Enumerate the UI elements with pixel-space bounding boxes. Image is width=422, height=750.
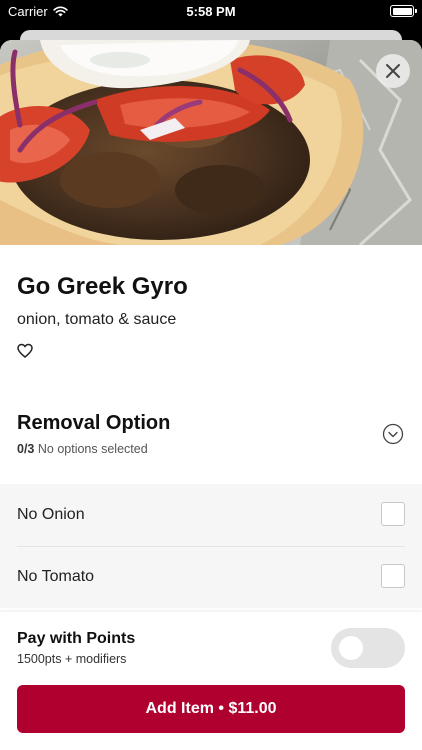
toggle-knob xyxy=(339,636,363,660)
pay-with-points-toggle[interactable] xyxy=(331,628,405,668)
item-photo xyxy=(0,40,422,245)
add-item-button[interactable]: Add Item • $11.00 xyxy=(17,685,405,733)
option-label: No Onion xyxy=(17,506,85,523)
status-bar: Carrier 5:58 PM xyxy=(0,0,422,24)
checkbox-icon[interactable] xyxy=(381,564,405,588)
gyro-photo-illustration xyxy=(0,40,422,245)
removal-option-header[interactable] xyxy=(0,355,422,411)
pay-with-points-title: Pay with Points xyxy=(17,630,136,647)
close-icon xyxy=(386,64,400,78)
pay-with-points-subtitle: 1500pts + modifiers xyxy=(17,652,127,666)
option-row-no-tomato[interactable]: No Tomato xyxy=(0,546,422,608)
close-button[interactable] xyxy=(376,54,410,88)
item-title: Go Greek Gyro xyxy=(17,273,188,300)
checkbox-icon[interactable] xyxy=(381,502,405,526)
removal-option-heading: Removal Option 0/3 No options selected xyxy=(17,412,170,456)
removal-option-title: Removal Option xyxy=(17,412,171,434)
option-label: No Tomato xyxy=(17,568,95,585)
chevron-down-icon[interactable] xyxy=(382,423,404,445)
order-footer: Pay with Points 1500pts + modifiers Add … xyxy=(0,612,422,750)
option-row-no-onion[interactable]: No Onion xyxy=(0,484,422,546)
removal-option-count: 0/3 xyxy=(17,442,35,456)
removal-option-list: No Onion No Tomato xyxy=(0,484,422,608)
clock: 5:58 PM xyxy=(186,4,236,19)
item-info: Go Greek Gyro onion, tomato & sauce xyxy=(0,245,422,359)
battery-icon xyxy=(390,5,417,17)
item-detail-sheet: Go Greek Gyro onion, tomato & sauce Remo… xyxy=(0,40,422,750)
item-description: onion, tomato & sauce xyxy=(17,311,177,328)
removal-option-status: 0/3 No options selected xyxy=(17,442,170,456)
removal-option-status-text: No options selected xyxy=(37,442,148,456)
